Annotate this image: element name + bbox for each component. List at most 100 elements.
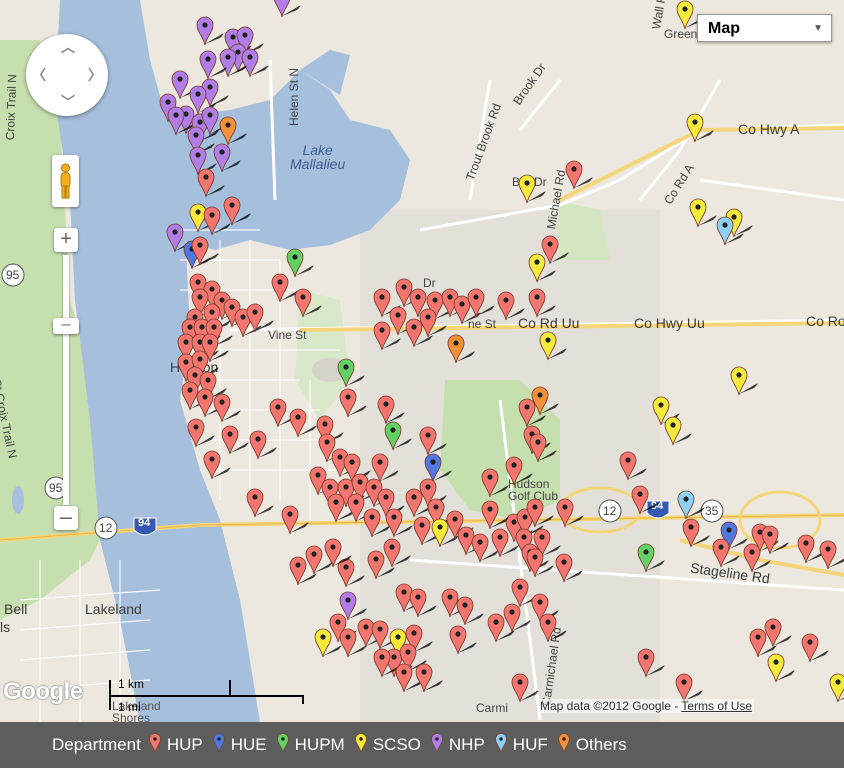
map-marker-hup[interactable] <box>526 498 554 528</box>
map-type-dropdown[interactable]: Map ▼ <box>697 14 832 42</box>
zoom-out-icon[interactable]: – <box>54 506 78 530</box>
map-marker-hup[interactable] <box>324 538 352 568</box>
map-marker-hup[interactable] <box>471 533 499 563</box>
pan-up-icon[interactable]: ︿ <box>61 37 75 57</box>
map-marker-hup[interactable] <box>712 538 740 568</box>
map-marker-hup[interactable] <box>191 236 219 266</box>
map-marker-hup[interactable] <box>246 303 274 333</box>
pan-left-icon[interactable]: 〈 <box>32 65 46 85</box>
map-marker-scso[interactable] <box>730 366 758 396</box>
map-marker-hup[interactable] <box>269 398 297 428</box>
map-marker-hup[interactable] <box>395 663 423 693</box>
pegman-icon[interactable] <box>52 155 79 207</box>
map-marker-scso[interactable] <box>767 653 795 683</box>
map-marker-hup[interactable] <box>187 418 215 448</box>
map-marker-hup[interactable] <box>555 553 583 583</box>
map-marker-hup[interactable] <box>511 673 539 703</box>
pan-control-icon[interactable]: ︿ ﹀ 〈 〉 <box>26 34 108 116</box>
map-marker-hup[interactable] <box>481 500 509 530</box>
terms-of-use-link[interactable]: Terms of Use <box>681 699 752 713</box>
map-marker-hup[interactable] <box>271 273 299 303</box>
map-marker-hup[interactable] <box>339 628 367 658</box>
map-marker-hup[interactable] <box>556 498 584 528</box>
map-marker-scso[interactable] <box>518 174 546 204</box>
map-marker-scso[interactable] <box>528 253 556 283</box>
pan-right-icon[interactable]: 〉 <box>88 65 102 85</box>
map-marker-hup[interactable] <box>409 588 437 618</box>
map-marker-hup[interactable] <box>385 508 413 538</box>
map-marker-nhp[interactable] <box>166 223 194 253</box>
map-marker-hup[interactable] <box>449 625 477 655</box>
map-marker-hupm[interactable] <box>637 543 665 573</box>
map-marker-hup[interactable] <box>467 288 495 318</box>
map-marker-hup[interactable] <box>294 288 322 318</box>
legend-item-scso[interactable]: SCSO <box>355 732 421 758</box>
map-marker-others[interactable] <box>531 386 559 416</box>
map-marker-hup[interactable] <box>801 633 829 663</box>
map-marker-scso[interactable] <box>829 673 844 703</box>
map-marker-nhp[interactable] <box>196 16 224 46</box>
map-marker-nhp[interactable] <box>219 48 247 78</box>
map-marker-hup[interactable] <box>797 534 825 564</box>
map-marker-scso[interactable] <box>689 198 717 228</box>
map-marker-hup[interactable] <box>764 618 792 648</box>
map-marker-hup[interactable] <box>481 468 509 498</box>
map-marker-hup[interactable] <box>419 308 447 338</box>
map-marker-hup[interactable] <box>196 388 224 418</box>
map-marker-hup[interactable] <box>619 451 647 481</box>
map-marker-nhp[interactable] <box>199 50 227 80</box>
legend-item-huf[interactable]: HUF <box>495 732 548 758</box>
map-marker-hup[interactable] <box>487 613 515 643</box>
map-marker-huf[interactable] <box>716 216 744 246</box>
map-marker-hup[interactable] <box>497 291 525 321</box>
zoom-slider-track[interactable] <box>63 255 69 505</box>
map-marker-hup[interactable] <box>213 393 241 423</box>
map-marker-scso[interactable] <box>676 0 704 30</box>
map-marker-hup[interactable] <box>246 488 274 518</box>
zoom-slider-handle[interactable]: – <box>53 317 79 334</box>
map-marker-hup[interactable] <box>456 596 484 626</box>
map-marker-hup[interactable] <box>327 493 355 523</box>
map-marker-hup[interactable] <box>289 556 317 586</box>
legend-item-hupm[interactable]: HUPM <box>277 732 345 758</box>
map-marker-hup[interactable] <box>565 160 593 190</box>
map-marker-hup[interactable] <box>305 545 333 575</box>
map-marker-hup[interactable] <box>819 540 844 570</box>
map-marker-hup[interactable] <box>413 516 441 546</box>
zoom-in-icon[interactable]: + <box>54 228 78 252</box>
map-marker-hup[interactable] <box>503 603 531 633</box>
legend-item-hup[interactable]: HUP <box>149 732 203 758</box>
map-marker-hup[interactable] <box>539 613 567 643</box>
google-logo[interactable]: Google <box>3 678 83 706</box>
map-marker-hup[interactable] <box>223 196 251 226</box>
map-marker-hup[interactable] <box>203 206 231 236</box>
legend-item-nhp[interactable]: NHP <box>431 732 485 758</box>
map-marker-hupm[interactable] <box>384 421 412 451</box>
map-marker-hup[interactable] <box>373 648 401 678</box>
map-marker-nhp[interactable] <box>167 106 195 136</box>
map-marker-hup[interactable] <box>221 425 249 455</box>
map-marker-huf[interactable] <box>677 490 705 520</box>
map-marker-hup[interactable] <box>249 430 277 460</box>
pan-down-icon[interactable]: ﹀ <box>61 92 75 112</box>
map-marker-hup[interactable] <box>197 168 225 198</box>
map-marker-others[interactable] <box>447 334 475 364</box>
map-marker-hup[interactable] <box>761 525 789 555</box>
map-marker-hup[interactable] <box>505 456 533 486</box>
map-marker-scso[interactable] <box>539 331 567 361</box>
map-marker-hup[interactable] <box>529 433 557 463</box>
map-marker-hup[interactable] <box>383 538 411 568</box>
legend-item-hue[interactable]: HUE <box>213 732 267 758</box>
map-marker-hup[interactable] <box>415 663 443 693</box>
map-marker-hup[interactable] <box>281 505 309 535</box>
map-marker-hup[interactable] <box>526 548 554 578</box>
map-marker-scso[interactable] <box>664 416 692 446</box>
map-marker-scso[interactable] <box>686 113 714 143</box>
map-marker-hup[interactable] <box>528 288 556 318</box>
map-marker-hupm[interactable] <box>337 358 365 388</box>
map-marker-hup[interactable] <box>339 388 367 418</box>
map-marker-hup[interactable] <box>371 620 399 650</box>
map-marker-nhp[interactable] <box>241 48 269 78</box>
map-canvas[interactable]: Lake Mallalieu Helen St N Trout Brook Rd… <box>0 0 844 722</box>
map-marker-hup[interactable] <box>289 408 317 438</box>
